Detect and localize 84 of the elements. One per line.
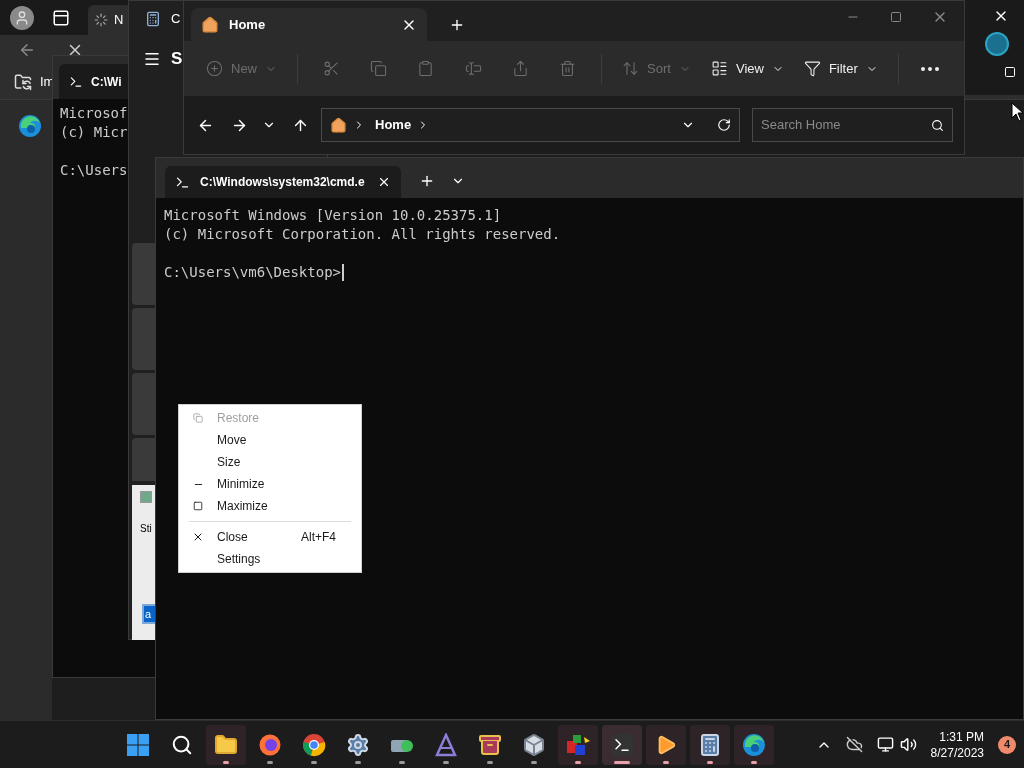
terminal-tab[interactable]: C:\Windows\system32\cmd.e xyxy=(165,166,401,198)
search-field[interactable]: Search Home xyxy=(752,108,953,142)
menu-item[interactable]: Move xyxy=(179,429,361,451)
menu-item[interactable]: Settings xyxy=(179,548,361,570)
console-line: C:\Users xyxy=(60,161,128,180)
archive-icon xyxy=(478,732,502,757)
console-icon xyxy=(175,174,190,190)
network-icon[interactable] xyxy=(876,736,894,753)
dialog-button[interactable]: a xyxy=(142,604,155,624)
console-line: (c) Microsoft Corporation. All rights reserved. xyxy=(164,225,561,244)
bing-icon[interactable] xyxy=(984,32,1009,56)
profile-avatar[interactable] xyxy=(10,5,34,30)
maximize-icon xyxy=(193,501,203,511)
new-tab-icon[interactable] xyxy=(449,17,465,33)
triangle-icon xyxy=(435,732,457,757)
folder-icon xyxy=(214,732,238,757)
loading-icon xyxy=(94,13,108,27)
calculator-heading: S xyxy=(171,47,183,70)
calculator-icon xyxy=(698,732,722,757)
console-line: C:\Users\vm6\Desktop> xyxy=(164,263,341,282)
browser-tab[interactable]: N xyxy=(88,5,128,35)
taskbar-app[interactable] xyxy=(602,724,642,765)
address-bar[interactable]: Home xyxy=(321,108,740,142)
explorer-tab[interactable]: Home xyxy=(191,8,427,41)
list-icon xyxy=(710,60,728,77)
edge-icon xyxy=(742,732,766,757)
dialog-icon xyxy=(140,491,152,503)
taskbar-app[interactable] xyxy=(206,724,246,765)
tab-actions-icon[interactable] xyxy=(52,8,70,27)
volume-icon[interactable] xyxy=(899,736,917,753)
trash-icon xyxy=(559,60,577,77)
tab-title: C:\Wi xyxy=(91,73,122,91)
new-tab-icon[interactable] xyxy=(419,173,435,189)
dialog-text: Sti xyxy=(140,522,152,536)
search-icon xyxy=(931,118,944,132)
tab-title: Home xyxy=(229,15,267,34)
menu-item[interactable]: Close Alt+F4 xyxy=(179,526,361,548)
notification-badge[interactable]: 4 xyxy=(998,735,1016,754)
breadcrumb-item[interactable]: Home xyxy=(375,115,412,135)
console-icon xyxy=(69,74,83,89)
restore-icon xyxy=(193,413,203,423)
refresh-icon[interactable] xyxy=(717,118,731,132)
view-menu-button[interactable]: View xyxy=(702,51,792,86)
windows-logo-icon xyxy=(126,732,150,757)
console-line: (c) Micr xyxy=(60,123,128,142)
chrome-icon xyxy=(302,732,326,757)
ellipsis-icon xyxy=(921,66,940,71)
cloud-off-icon[interactable] xyxy=(845,736,863,753)
calculator-icon xyxy=(145,10,161,27)
filter-icon xyxy=(803,60,821,77)
taskbar-app[interactable] xyxy=(646,724,686,765)
paste-icon xyxy=(417,60,435,77)
window-title: C xyxy=(171,9,181,28)
menu-item[interactable]: Minimize xyxy=(179,473,361,495)
close-icon[interactable] xyxy=(377,175,391,189)
copy-icon xyxy=(370,60,388,77)
console-line: Microsof xyxy=(60,104,128,123)
mouse-pointer-icon xyxy=(1011,102,1024,122)
close-icon xyxy=(192,531,204,543)
home-icon xyxy=(201,15,219,34)
rename-icon xyxy=(464,60,482,77)
clock[interactable]: 1:31 PM 8/27/2023 xyxy=(930,728,984,761)
sort-icon xyxy=(622,60,640,77)
menu-item[interactable]: Size xyxy=(179,451,361,473)
filter-menu-button[interactable]: Filter xyxy=(795,51,886,86)
plus-circle-icon xyxy=(206,60,223,77)
blocks-icon xyxy=(565,732,591,757)
cube-icon xyxy=(522,732,546,757)
console-line: Microsoft Windows [Version 10.0.25375.1] xyxy=(164,206,502,225)
home-icon xyxy=(330,116,347,134)
edge-icon xyxy=(18,114,42,138)
search-input[interactable]: Search Home xyxy=(761,115,931,135)
taskbar-app[interactable] xyxy=(690,724,730,765)
tab-title: N xyxy=(114,11,124,30)
menu-item[interactable]: Maximize xyxy=(179,495,361,517)
terminal-icon xyxy=(611,733,633,756)
tab-title: C:\Windows\system32\cmd.e xyxy=(200,174,366,191)
globe-fox-icon xyxy=(258,732,282,757)
gear-icon xyxy=(346,732,370,757)
cut-icon xyxy=(323,60,341,77)
share-icon xyxy=(511,60,529,77)
search-icon xyxy=(171,733,193,756)
folder-icon xyxy=(14,73,32,91)
taskbar-app[interactable] xyxy=(734,724,774,765)
